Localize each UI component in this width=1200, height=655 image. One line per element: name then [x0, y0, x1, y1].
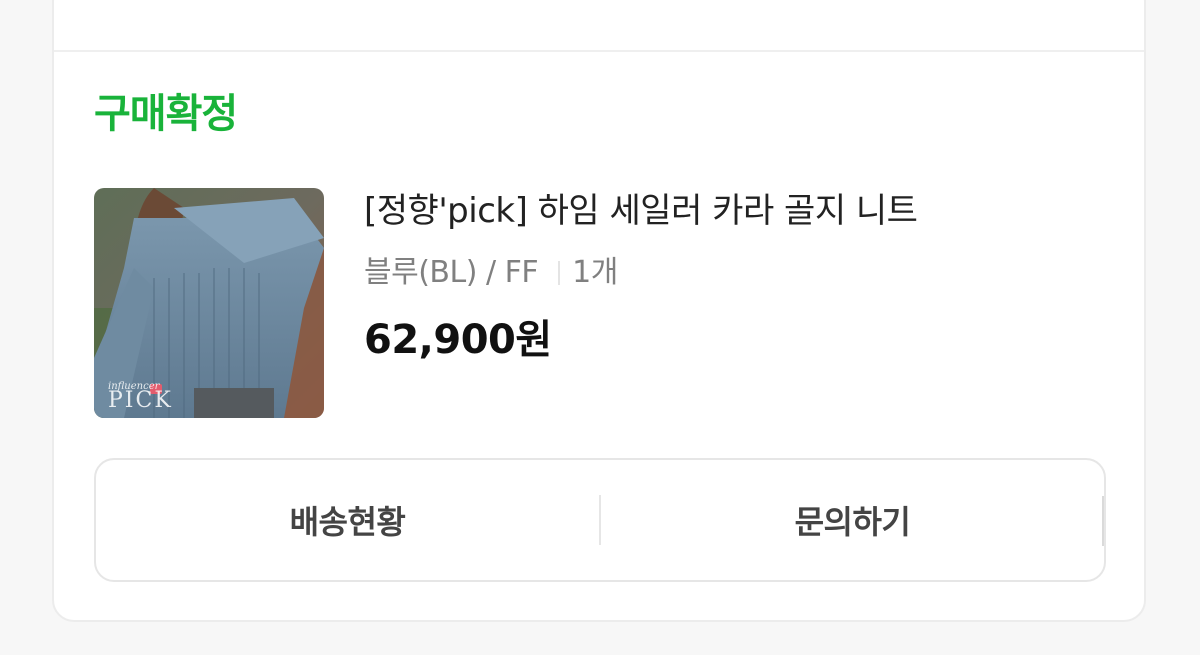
product-thumbnail[interactable]: influencer PICK	[94, 188, 324, 418]
product-option-line: 블루(BL) / FF 1개	[364, 258, 618, 288]
action-button-group: 배송현황 문의하기	[94, 458, 1106, 582]
product-quantity: 1개	[572, 255, 618, 290]
product-name-link[interactable]: [정향'pick] 하임 세일러 카라 골지 니트	[364, 194, 918, 228]
inquiry-button[interactable]: 문의하기	[601, 460, 1104, 580]
thumbnail-badge: influencer PICK	[108, 382, 173, 412]
order-status-label: 구매확정	[94, 91, 238, 137]
button-edge-divider	[1102, 496, 1104, 546]
product-price: 62,900원	[364, 317, 552, 363]
thumbnail-badge-big: PICK	[108, 388, 173, 413]
shipping-status-button[interactable]: 배송현황	[96, 460, 599, 580]
option-separator	[558, 261, 561, 285]
order-card: 구매확정 influencer PICK [정향'pick] 하임 세일러 카라…	[52, 0, 1146, 622]
section-divider	[54, 50, 1144, 52]
product-option: 블루(BL) / FF	[364, 255, 539, 290]
